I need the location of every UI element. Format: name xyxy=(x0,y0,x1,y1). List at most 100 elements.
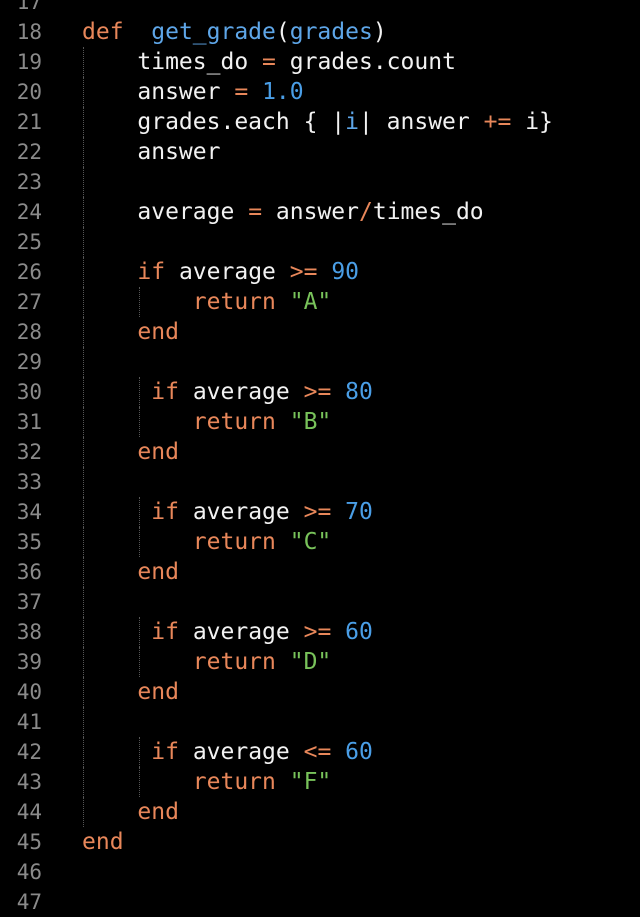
code-line[interactable]: 41 xyxy=(0,707,640,737)
code-token: if xyxy=(151,499,179,525)
line-number: 24 xyxy=(16,200,42,224)
code-text: end xyxy=(82,797,179,827)
code-line[interactable]: 18 def get_grade(grades) xyxy=(0,17,640,47)
indent-guide xyxy=(83,347,84,377)
code-line[interactable]: 43 return "F" xyxy=(0,767,640,797)
code-line[interactable]: 40 end xyxy=(0,677,640,707)
code-line[interactable]: 36 end xyxy=(0,557,640,587)
indentation xyxy=(82,49,137,75)
code-token: end xyxy=(82,829,124,855)
code-token: average xyxy=(192,379,290,405)
code-line[interactable]: 37 xyxy=(0,587,640,617)
code-line[interactable]: 34 if average >= 70 xyxy=(0,497,640,527)
indentation xyxy=(82,319,137,345)
code-token: average xyxy=(192,739,290,765)
code-line[interactable]: 38 if average >= 60 xyxy=(0,617,640,647)
code-line[interactable]: 30 if average >= 80 xyxy=(0,377,640,407)
indentation xyxy=(82,259,137,285)
indentation xyxy=(82,439,137,465)
code-line[interactable]: 20 answer = 1.0 xyxy=(0,77,640,107)
code-token: "C" xyxy=(289,529,332,555)
code-token: times_do xyxy=(372,199,484,225)
code-token: "F" xyxy=(289,769,332,795)
line-number: 17 xyxy=(16,0,42,14)
code-token: <= xyxy=(303,739,332,765)
code-line[interactable]: 47 xyxy=(0,887,640,917)
line-number: 47 xyxy=(16,890,42,914)
line-number: 37 xyxy=(16,590,42,614)
line-number: 38 xyxy=(16,620,42,644)
code-text: return "C" xyxy=(82,527,332,557)
code-line[interactable]: 24 average = answer/times_do xyxy=(0,197,640,227)
indentation xyxy=(82,619,151,645)
code-line[interactable]: 19 times_do = grades.count xyxy=(0,47,640,77)
code-token: get_grade xyxy=(151,19,276,45)
code-line[interactable]: 27 return "A" xyxy=(0,287,640,317)
code-token: if xyxy=(151,619,179,645)
code-token: end xyxy=(137,679,179,705)
code-line[interactable]: 44 end xyxy=(0,797,640,827)
code-line[interactable]: 39 return "D" xyxy=(0,647,640,677)
code-line[interactable]: 26 if average >= 90 xyxy=(0,257,640,287)
indentation xyxy=(82,289,193,315)
line-number: 27 xyxy=(16,290,42,314)
code-token: ( xyxy=(275,19,290,45)
code-token: return xyxy=(192,649,276,675)
line-number: 22 xyxy=(16,140,42,164)
indentation xyxy=(82,199,137,225)
code-line[interactable]: 35 return "C" xyxy=(0,527,640,557)
code-token: average xyxy=(178,259,276,285)
line-number: 25 xyxy=(16,230,42,254)
code-text: end xyxy=(82,437,179,467)
indentation xyxy=(82,679,137,705)
code-text: end xyxy=(82,317,179,347)
code-token: i xyxy=(525,109,540,135)
code-line[interactable]: 23 xyxy=(0,167,640,197)
code-line[interactable]: 45 end xyxy=(0,827,640,857)
code-line[interactable]: 32 end xyxy=(0,437,640,467)
code-line[interactable]: 28 end xyxy=(0,317,640,347)
code-text: return "F" xyxy=(82,767,332,797)
line-number: 42 xyxy=(16,740,42,764)
code-line[interactable]: 25 xyxy=(0,227,640,257)
code-line[interactable]: 21 grades.each { |i| answer += i} xyxy=(0,107,640,137)
code-token: 70 xyxy=(345,499,373,525)
code-line[interactable]: 33 xyxy=(0,467,640,497)
code-line[interactable]: 31 return "B" xyxy=(0,407,640,437)
code-line[interactable]: 29 xyxy=(0,347,640,377)
code-token: if xyxy=(151,379,179,405)
code-line[interactable]: 46 xyxy=(0,857,640,887)
line-number: 19 xyxy=(16,50,42,74)
code-text: if average <= 60 xyxy=(82,737,373,767)
code-token: if xyxy=(151,739,179,765)
code-line[interactable]: 22 answer xyxy=(0,137,640,167)
code-editor[interactable]: 17 18 def get_grade(grades) 19 times_do = g… xyxy=(0,0,640,917)
line-number: 45 xyxy=(16,830,42,854)
code-token: grades.count xyxy=(289,49,456,75)
line-number: 29 xyxy=(16,350,42,374)
indentation xyxy=(82,559,137,585)
line-number: 43 xyxy=(16,770,42,794)
code-token: / xyxy=(359,199,373,225)
code-line[interactable]: 42 if average <= 60 xyxy=(0,737,640,767)
code-text: if average >= 70 xyxy=(82,497,373,527)
code-token: 90 xyxy=(331,259,360,285)
code-text: answer xyxy=(82,137,220,167)
line-number: 32 xyxy=(16,440,42,464)
indentation xyxy=(82,139,137,165)
code-line[interactable]: 17 xyxy=(0,0,640,17)
indent-guide xyxy=(83,587,84,617)
indent-guide xyxy=(83,707,84,737)
indentation xyxy=(82,529,193,555)
line-number: 18 xyxy=(16,20,42,44)
